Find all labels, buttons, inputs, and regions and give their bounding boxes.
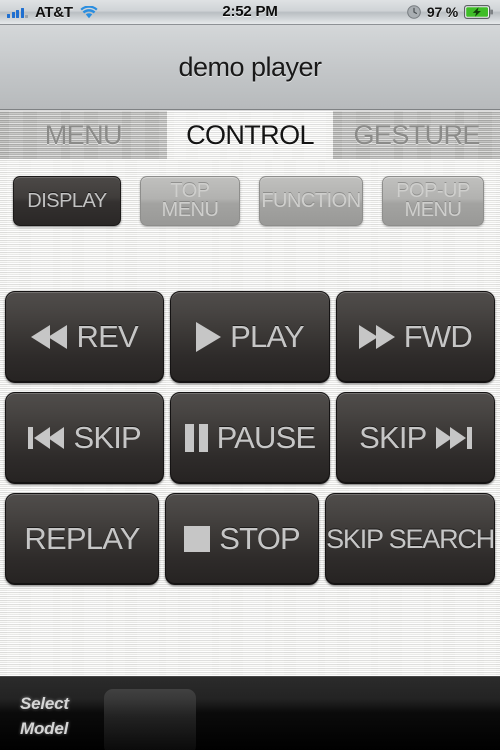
popup-menu-button-label: POP-UP MENU [396,181,470,221]
replay-button-label: REPLAY [24,521,140,556]
tab-gesture[interactable]: GESTURE [333,111,500,159]
stop-button[interactable]: STOP [165,493,320,585]
function-button-label: FUNCTION [261,189,361,212]
skip-previous-button-label: SKIP [73,420,141,455]
transport-grid: REV PLAY FWD SKIP PAUSE SKIP REPLAY STOP… [0,291,500,585]
skip-next-button[interactable]: SKIP [335,392,495,484]
fwd-button[interactable]: FWD [335,291,495,383]
rev-button-label: REV [76,319,138,354]
select-model-line1: Select [20,694,69,713]
transport-row: REV PLAY FWD [5,291,495,383]
top-menu-label-line2: MENU [161,199,219,221]
skip-next-icon [435,427,472,449]
tab-menu-label: MENU [44,119,123,150]
select-model-line2: Model [20,719,69,738]
play-button-label: PLAY [230,319,305,354]
tab-gesture-label: GESTURE [353,119,481,150]
skip-next-button-label: SKIP [359,420,427,455]
skip-previous-button[interactable]: SKIP [5,392,165,484]
fwd-button-label: FWD [403,319,473,354]
title-bar: demo player [0,25,500,110]
rewind-icon [31,325,68,349]
replay-button[interactable]: REPLAY [5,493,160,585]
stop-button-label: STOP [219,521,300,556]
play-button[interactable]: PLAY [170,291,330,383]
status-bar-clock: 2:52 PM [222,3,278,20]
pause-button-label: PAUSE [216,420,317,455]
popup-menu-label-line2: MENU [404,199,462,221]
tab-bar: MENU CONTROL GESTURE [0,111,500,160]
transport-row: REPLAY STOP SKIP SEARCH [5,493,495,585]
transport-row: SKIP PAUSE SKIP [5,392,495,484]
rev-button[interactable]: REV [5,291,165,383]
select-model-button[interactable]: Select Model [20,691,92,741]
tab-control[interactable]: CONTROL [166,111,334,159]
page-title: demo player [178,51,322,82]
top-menu-button-label: TOP MENU [161,181,219,221]
display-button[interactable]: DISPLAY [13,176,121,226]
skip-search-button[interactable]: SKIP SEARCH [325,493,495,585]
control-panel: DISPLAY TOP MENU FUNCTION POP-UP MENU RE… [0,159,500,676]
menu-button-row: DISPLAY TOP MENU FUNCTION POP-UP MENU [0,172,500,230]
bottom-bar: Select Model [0,676,500,750]
pause-button[interactable]: PAUSE [170,392,330,484]
stop-icon [184,526,211,552]
status-bar: AT&T 2:52 PM 97 % [0,0,500,25]
model-slot[interactable] [104,689,196,750]
fast-forward-icon [358,325,395,349]
popup-menu-button[interactable]: POP-UP MENU [382,176,484,226]
top-menu-button[interactable]: TOP MENU [140,176,240,226]
skip-previous-icon [28,427,65,449]
tab-control-label: CONTROL [186,119,314,150]
app-screen: AT&T 2:52 PM 97 % demo player MENU CONTR… [0,0,500,750]
tab-menu[interactable]: MENU [0,111,167,159]
play-icon [196,322,222,352]
function-button[interactable]: FUNCTION [259,176,363,226]
pause-icon [184,424,208,452]
skip-search-button-label: SKIP SEARCH [326,523,495,554]
display-button-label: DISPLAY [27,189,107,212]
